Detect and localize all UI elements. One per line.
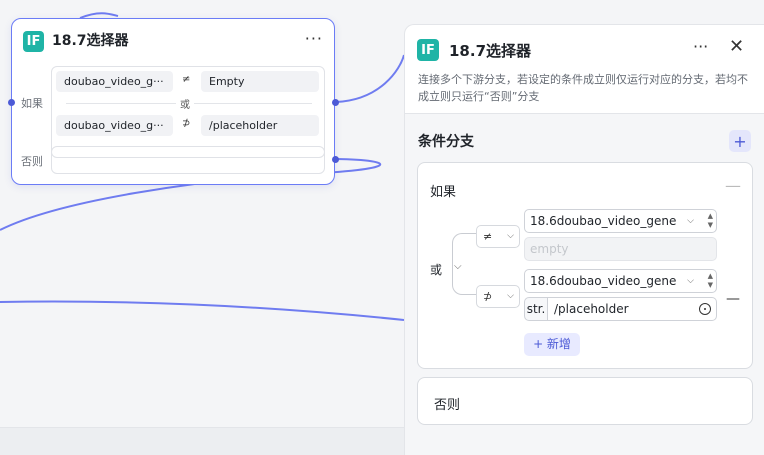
node-title: 18.7选择器 [52,33,129,49]
condition-op-2: ⊅ [182,118,191,129]
chevron-down-icon: ⌵ [507,291,514,301]
value-text-2: /placeholder [554,302,629,316]
if-branch-label: 如果 [430,185,457,200]
if-icon: IF [23,31,44,52]
condition-right-1: Empty [201,71,319,92]
stepper-icon: ▲ ▼ [707,212,713,230]
variable-value-2: 18.6doubao_video_gene [530,274,677,288]
add-branch-button[interactable]: + [729,130,751,152]
else-label: 否则 [21,155,43,168]
if-label: 如果 [21,97,43,110]
or-label: 或 [176,96,194,111]
value-input-1[interactable]: empty [524,237,717,261]
else-branch-card: 否则 [417,377,753,425]
logic-bracket [452,233,476,295]
remove-branch-icon[interactable]: — [725,176,741,195]
variable-picker-icon[interactable] [699,303,711,315]
variable-value-1: 18.6doubao_video_gene [530,214,677,228]
node-settings-panel: IF 18.7选择器 ··· ✕ 连接多个下游分支，若设定的条件成立则仅运行对应… [404,24,764,455]
variable-select-1[interactable]: 18.6doubao_video_gene ⌵ ▲ ▼ [524,209,717,233]
chevron-down-icon: ⌵ [684,210,694,232]
operator-select-2[interactable]: ⊅ ⌵ [476,285,520,308]
selector-node[interactable]: IF 18.7选择器 ··· 如果 doubao_video_g··· ≠ Em… [8,18,339,185]
add-condition-button[interactable]: + 新增 [524,333,580,356]
if-icon: IF [417,39,439,61]
edge-bottom [0,300,404,321]
chevron-down-icon: ⌵ [684,270,694,292]
close-icon[interactable]: ✕ [729,36,744,57]
operator-label-1: ≠ [483,230,493,243]
else-branch-label: 否则 [434,398,461,413]
input-port[interactable] [8,99,15,106]
stepper-icon: ▲ ▼ [707,272,713,290]
section-title: 条件分支 [418,134,474,150]
chevron-down-icon: ⌵ [507,231,514,241]
else-branch-box [51,146,325,174]
value-type-tag[interactable]: str. [524,297,548,321]
condition-left-1: doubao_video_g··· [56,71,173,92]
condition-right-2: /placeholder [201,115,319,136]
panel-title[interactable]: 18.7选择器 [449,40,531,61]
if-branch-card: 如果 — 或 ⌵ ≠ ⌵ 18.6doubao_video_gene ⌵ ▲ ▼ … [417,162,753,369]
panel-description: 连接多个下游分支，若设定的条件成立则仅运行对应的分支，若均不成立则只运行“否则”… [418,73,748,103]
value-input-2[interactable]: /placeholder [548,297,717,321]
operator-select-1[interactable]: ≠ ⌵ [476,225,520,248]
logic-select[interactable]: 或 [430,261,442,278]
else-output-port[interactable] [332,156,339,163]
edge-if-branch [335,54,404,103]
condition-group: doubao_video_g··· ≠ Empty 或 doubao_video… [51,66,325,158]
remove-condition-icon[interactable]: — [726,291,740,307]
more-icon[interactable]: ··· [693,37,708,56]
operator-label-2: ⊅ [483,290,493,303]
if-output-port[interactable] [332,99,339,106]
condition-branches-section: 条件分支 + 如果 — 或 ⌵ ≠ ⌵ 18.6doubao_video_gen… [405,113,764,455]
more-icon[interactable]: ··· [305,29,323,48]
condition-left-2: doubao_video_g··· [56,115,173,136]
condition-op-1: ≠ [182,74,191,85]
variable-select-2[interactable]: 18.6doubao_video_gene ⌵ ▲ ▼ [524,269,717,293]
